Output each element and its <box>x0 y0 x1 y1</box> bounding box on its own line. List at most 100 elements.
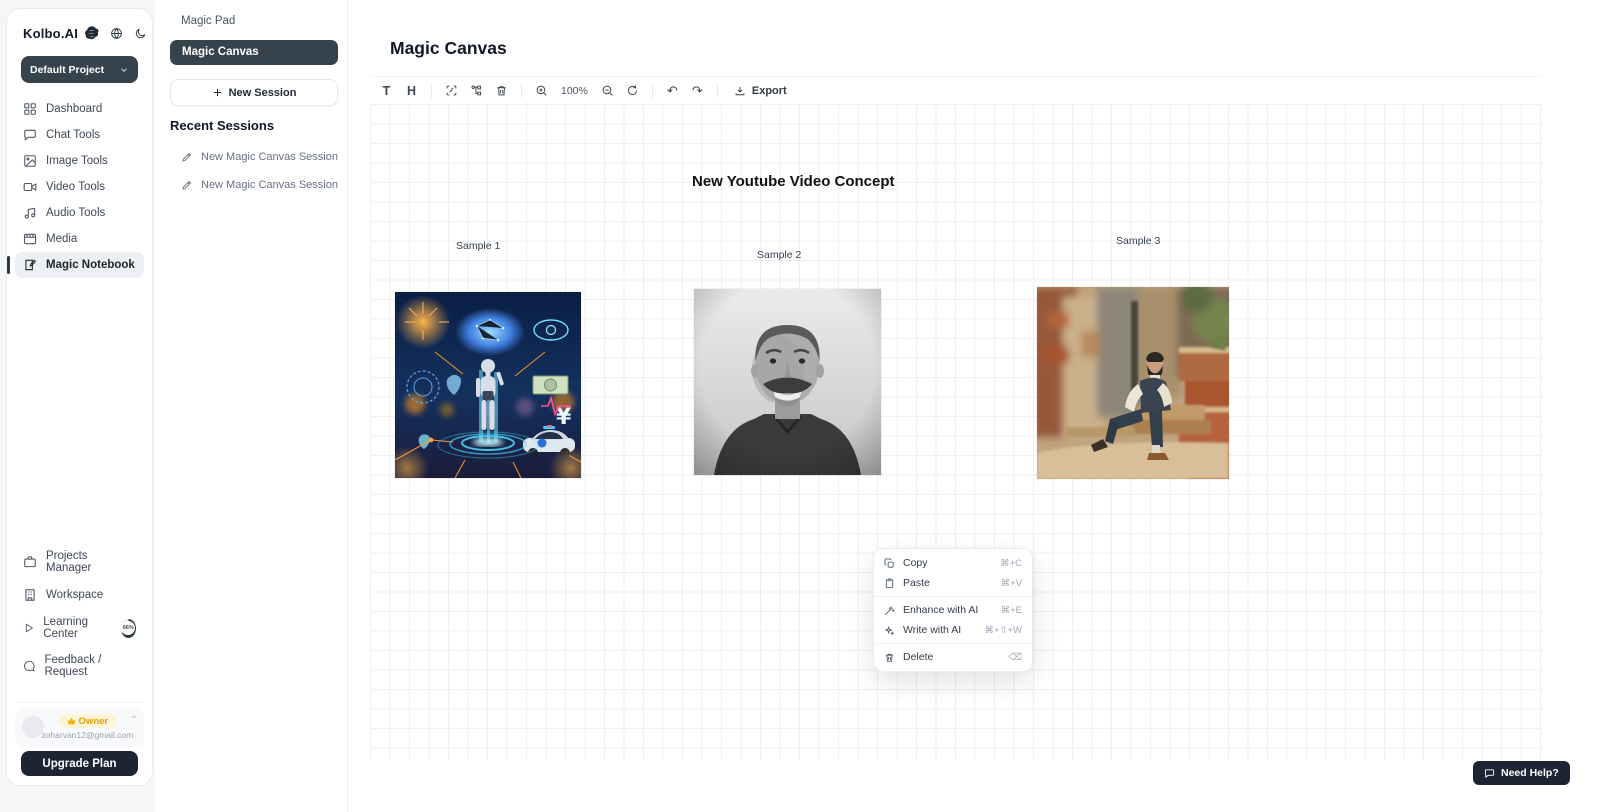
context-menu-item-copy[interactable]: Copy ⌘+C <box>874 553 1032 573</box>
sidebar-item-media[interactable]: Media <box>15 226 144 252</box>
redo-button[interactable]: ↷ <box>686 80 709 102</box>
reset-view-button[interactable] <box>621 80 644 102</box>
canvas-text-sample-3[interactable]: Sample 3 <box>1116 235 1160 247</box>
context-menu-item-enhance-with-ai[interactable]: Enhance with AI ⌘+E <box>874 600 1032 620</box>
text-tool-button[interactable]: T <box>375 80 398 102</box>
user-email: zoharvan12@gmail.com <box>41 730 133 740</box>
pencil-icon <box>181 179 193 191</box>
sidebar-item-feedback-request[interactable]: Feedback / Request <box>15 647 144 685</box>
sidebar-item-label: Feedback / Request <box>44 654 136 678</box>
language-globe-icon[interactable] <box>110 27 123 40</box>
plus-icon <box>212 87 223 98</box>
zoom-in-button[interactable] <box>530 80 553 102</box>
session-item-label: New Magic Canvas Session <box>201 179 338 191</box>
session-item-label: New Magic Canvas Session <box>201 151 338 163</box>
download-icon <box>734 85 746 97</box>
toolbar-divider <box>652 83 653 98</box>
context-menu-item-write-with-ai[interactable]: Write with AI ⌘+⇧+W <box>874 620 1032 640</box>
delete-tool-button[interactable] <box>490 80 513 102</box>
sample-2-image[interactable] <box>694 289 881 475</box>
canvas-text-title[interactable]: New Youtube Video Concept <box>692 173 895 190</box>
sidebar-item-projects-manager[interactable]: Projects Manager <box>15 543 144 581</box>
context-menu: Copy ⌘+C Paste ⌘+V Enhance with AI ⌘+E W… <box>873 548 1033 672</box>
sample-3-image[interactable] <box>1037 287 1229 479</box>
zoom-in-icon <box>535 84 548 97</box>
ai-select-icon <box>445 84 458 97</box>
paste-icon <box>884 578 895 589</box>
need-help-label: Need Help? <box>1501 767 1559 779</box>
role-badge-label: Owner <box>79 716 109 727</box>
undo-button[interactable]: ↶ <box>661 80 684 102</box>
copy-icon <box>884 558 895 569</box>
canvas-text-sample-1[interactable]: Sample 1 <box>456 240 500 252</box>
connector-tool-button[interactable] <box>465 80 488 102</box>
sample-1-image[interactable]: ¥ <box>395 292 581 478</box>
export-label: Export <box>752 85 787 97</box>
building-icon <box>23 588 37 602</box>
sidebar-item-label: Workspace <box>46 589 103 601</box>
context-menu-divider <box>874 643 1032 644</box>
zoom-out-button[interactable] <box>596 80 619 102</box>
context-menu-shortcut: ⌘+E <box>1001 605 1022 616</box>
export-button[interactable]: Export <box>726 80 795 102</box>
media-icon <box>23 232 37 246</box>
chevron-down-icon <box>119 65 129 75</box>
learning-progress-ring: 66% <box>121 619 136 638</box>
project-selector[interactable]: Default Project <box>21 56 138 83</box>
sidebar-item-magic-notebook[interactable]: Magic Notebook <box>15 252 144 278</box>
sidebar-item-video-tools[interactable]: Video Tools <box>15 174 144 200</box>
recent-sessions-heading: Recent Sessions <box>170 118 274 133</box>
sidebar-item-dashboard[interactable]: Dashboard <box>15 96 144 122</box>
brain-logo-icon <box>83 25 100 42</box>
sidebar-nav: Dashboard Chat Tools Image Tools Video T… <box>7 96 152 278</box>
sidebar-item-workspace[interactable]: Workspace <box>15 581 144 609</box>
sidebar-item-label: Dashboard <box>46 103 102 115</box>
sidebar-item-audio-tools[interactable]: Audio Tools <box>15 200 144 226</box>
session-list-item[interactable]: New Magic Canvas Session <box>181 151 338 163</box>
sidebar-item-image-tools[interactable]: Image Tools <box>15 148 144 174</box>
learning-progress-value: 66% <box>121 621 135 635</box>
context-menu-item-delete[interactable]: Delete ⌫ <box>874 647 1032 667</box>
context-menu-label: Paste <box>903 577 930 589</box>
sidebar-item-label: Magic Notebook <box>46 259 135 271</box>
need-help-button[interactable]: Need Help? <box>1473 761 1570 785</box>
sidebar-item-label: Projects Manager <box>46 550 136 574</box>
tab-magic-pad[interactable]: Magic Pad <box>181 15 235 27</box>
pencil-icon <box>181 151 193 163</box>
sidebar: Kolbo.AI Default Project Dashboard Chat … <box>6 8 153 786</box>
session-list-item[interactable]: New Magic Canvas Session <box>181 179 338 191</box>
sparkles-icon <box>884 625 895 636</box>
sidebar-item-label: Video Tools <box>46 181 105 193</box>
help-chat-icon <box>1484 768 1495 779</box>
chevron-up-icon <box>131 713 137 721</box>
briefcase-icon <box>23 555 37 569</box>
new-session-button[interactable]: New Session <box>170 79 338 106</box>
sidebar-item-learning-center[interactable]: Learning Center 66% <box>15 609 144 647</box>
ai-select-tool-button[interactable] <box>440 80 463 102</box>
zoom-out-icon <box>601 84 614 97</box>
trash-icon <box>884 652 895 663</box>
magic-canvas-grid[interactable]: New Youtube Video Concept Sample 1 Sampl… <box>370 104 1542 760</box>
play-icon <box>23 621 34 635</box>
role-badge: Owner <box>59 714 117 728</box>
sidebar-item-chat-tools[interactable]: Chat Tools <box>15 122 144 148</box>
sidebar-secondary-nav: Projects Manager Workspace Learning Cent… <box>15 543 144 685</box>
feedback-bubble-icon <box>23 659 35 673</box>
upgrade-plan-button[interactable]: Upgrade Plan <box>21 751 138 776</box>
user-account[interactable]: Owner zoharvan12@gmail.com <box>15 707 144 747</box>
context-menu-item-paste[interactable]: Paste ⌘+V <box>874 573 1032 593</box>
context-menu-label: Write with AI <box>903 624 961 636</box>
rotate-icon <box>626 84 639 97</box>
tab-magic-canvas[interactable]: Magic Canvas <box>170 40 338 65</box>
toolbar-divider <box>521 83 522 98</box>
trash-icon <box>495 84 508 97</box>
dark-mode-moon-icon[interactable] <box>134 27 147 40</box>
user-info: Owner zoharvan12@gmail.com <box>51 714 124 740</box>
heading-tool-button[interactable]: H <box>400 80 423 102</box>
context-menu-label: Copy <box>903 557 928 569</box>
canvas-text-sample-2[interactable]: Sample 2 <box>757 249 801 261</box>
sidebar-item-label: Learning Center <box>43 616 109 640</box>
crown-icon <box>67 717 76 725</box>
notebook-pen-icon <box>23 258 37 272</box>
project-selector-label: Default Project <box>30 64 104 76</box>
